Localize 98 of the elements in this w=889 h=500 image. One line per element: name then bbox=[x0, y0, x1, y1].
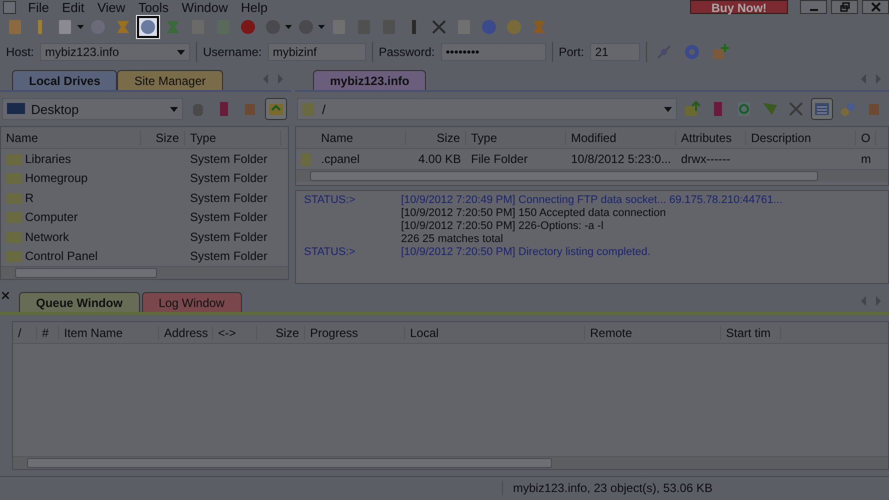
password-label: Password: bbox=[378, 45, 435, 59]
tab-scroll-arrows-icon[interactable] bbox=[861, 74, 881, 84]
item-type: System Folder bbox=[189, 230, 268, 244]
password-field[interactable]: •••••••• bbox=[440, 43, 546, 61]
tab[interactable]: Site Manager bbox=[117, 70, 223, 90]
tab-scroll-arrows-icon[interactable] bbox=[861, 296, 881, 306]
horizontal-scrollbar[interactable] bbox=[296, 168, 888, 182]
close-button[interactable] bbox=[862, 0, 889, 14]
tab-scroll-arrows-icon[interactable] bbox=[263, 74, 283, 84]
column-header[interactable]: Name bbox=[1, 130, 141, 144]
restore-button[interactable] bbox=[831, 0, 858, 14]
port-field[interactable]: 21 bbox=[590, 43, 640, 61]
monitor-icon bbox=[7, 102, 25, 116]
menu-item[interactable]: Window bbox=[182, 0, 237, 14]
item-type: System Folder bbox=[189, 210, 268, 224]
table-cell-text: drwx------ bbox=[680, 152, 732, 166]
column-header[interactable]: Description bbox=[746, 130, 856, 144]
item-name: Control Panel bbox=[25, 249, 98, 264]
column-header[interactable]: Start tim bbox=[721, 326, 781, 340]
column-header[interactable]: <-> bbox=[213, 326, 257, 340]
menu-item[interactable]: File bbox=[28, 0, 58, 14]
column-header[interactable]: Size bbox=[257, 326, 305, 340]
table-cell-text: File Folder bbox=[470, 152, 529, 166]
buy-now-button[interactable]: Buy Now! bbox=[690, 0, 788, 14]
item-type: System Folder bbox=[189, 249, 268, 264]
port-label: Port: bbox=[558, 45, 584, 59]
column-header[interactable]: Address bbox=[159, 326, 213, 340]
path-dropdown[interactable]: Desktop bbox=[2, 98, 183, 120]
host-field[interactable]: mybiz123.info bbox=[40, 43, 190, 61]
column-header[interactable]: Name bbox=[316, 130, 406, 144]
column-header[interactable]: Remote bbox=[585, 326, 721, 340]
column-header[interactable]: Size bbox=[141, 130, 185, 144]
item-name: Libraries bbox=[25, 152, 72, 166]
caret-icon bbox=[664, 106, 672, 112]
item-name: Network bbox=[25, 230, 70, 244]
column-header[interactable]: # bbox=[37, 326, 59, 340]
column-header[interactable]: Progress bbox=[305, 326, 405, 340]
log-message: [10/9/2012 7:20:50 PM] Directory listing completed. bbox=[401, 246, 650, 259]
caret-icon bbox=[170, 106, 178, 112]
file-row[interactable]: Homegroup System Folder bbox=[1, 168, 288, 188]
column-header[interactable]: Attributes bbox=[676, 130, 746, 144]
caret-icon bbox=[177, 50, 186, 54]
file-row[interactable]: R System Folder bbox=[1, 188, 288, 208]
column-header[interactable]: Item Name bbox=[59, 326, 159, 340]
item-type: System Folder bbox=[189, 171, 268, 186]
details-view-icon[interactable] bbox=[811, 98, 833, 120]
column-header[interactable]: Modified bbox=[566, 130, 676, 144]
file-row[interactable]: Libraries System Folder bbox=[1, 149, 288, 168]
item-name: R bbox=[25, 190, 34, 205]
column-header[interactable]: Local bbox=[405, 326, 585, 340]
close-icon bbox=[870, 2, 880, 12]
horizontal-scrollbar[interactable] bbox=[13, 456, 888, 469]
file-row[interactable]: .cpanel 4.00 KB File Folder 10/8/2012 5:23:0... drwx------ m bbox=[296, 149, 888, 168]
column-header[interactable]: / bbox=[13, 326, 37, 340]
caret-icon[interactable] bbox=[285, 25, 292, 29]
log-message: [10/9/2012 7:20:50 PM] 226-Options: -a -l bbox=[401, 220, 604, 233]
column-header[interactable]: Type bbox=[185, 130, 281, 144]
folder-sync-icon[interactable] bbox=[265, 98, 287, 120]
log-message: [10/9/2012 7:20:49 PM] Connecting FTP data socket... 69.175.78.210:44761... bbox=[401, 194, 782, 207]
column-header[interactable]: Type bbox=[466, 130, 566, 144]
menu-item[interactable]: View bbox=[97, 0, 134, 14]
minimize-icon bbox=[810, 9, 818, 11]
item-name: Homegroup bbox=[25, 171, 88, 186]
log-label: STATUS:> bbox=[304, 246, 356, 258]
log-message: 226 25 matches total bbox=[401, 233, 504, 246]
item-type: System Folder bbox=[189, 190, 268, 205]
file-row[interactable]: Computer System Folder bbox=[1, 208, 288, 227]
host-label: Host: bbox=[6, 45, 34, 59]
table-cell-text: 4.00 KB bbox=[417, 152, 462, 166]
table-cell-text: 10/8/2012 5:23:0... bbox=[570, 152, 672, 166]
item-name: Computer bbox=[25, 210, 78, 224]
file-row[interactable]: Network System Folder bbox=[1, 227, 288, 246]
minimize-button[interactable] bbox=[800, 0, 827, 14]
username-field[interactable]: mybizinf bbox=[268, 43, 366, 61]
close-icon[interactable] bbox=[2, 292, 9, 299]
log-label: STATUS:> bbox=[304, 194, 356, 206]
caret-icon[interactable] bbox=[77, 25, 84, 29]
status-text: mybiz123.info, 23 object(s), 53.06 KB bbox=[502, 481, 889, 495]
menu-item[interactable]: Tools bbox=[138, 0, 178, 14]
tab[interactable]: mybiz123.info bbox=[313, 70, 426, 90]
column-header[interactable]: Size bbox=[406, 130, 466, 144]
file-row[interactable]: Control Panel System Folder bbox=[1, 246, 288, 266]
path-dropdown[interactable]: / bbox=[297, 98, 677, 120]
menu-item[interactable]: Edit bbox=[62, 0, 94, 14]
username-label: Username: bbox=[203, 45, 262, 59]
table-cell-text: m bbox=[860, 152, 872, 166]
horizontal-scrollbar[interactable] bbox=[1, 266, 288, 279]
tab[interactable]: Log Window bbox=[142, 292, 242, 312]
log-message: [10/9/2012 7:20:50 PM] 150 Accepted data connection bbox=[401, 207, 666, 220]
item-type: System Folder bbox=[189, 152, 268, 166]
tab[interactable]: Local Drives bbox=[12, 70, 118, 90]
column-header[interactable]: O bbox=[856, 130, 876, 144]
app-icon[interactable] bbox=[3, 0, 16, 14]
restore-icon bbox=[840, 2, 850, 12]
caret-icon[interactable] bbox=[318, 25, 325, 29]
table-cell-text: .cpanel bbox=[320, 152, 361, 166]
menu-item[interactable]: Help bbox=[240, 0, 277, 14]
tab[interactable]: Queue Window bbox=[19, 292, 140, 312]
